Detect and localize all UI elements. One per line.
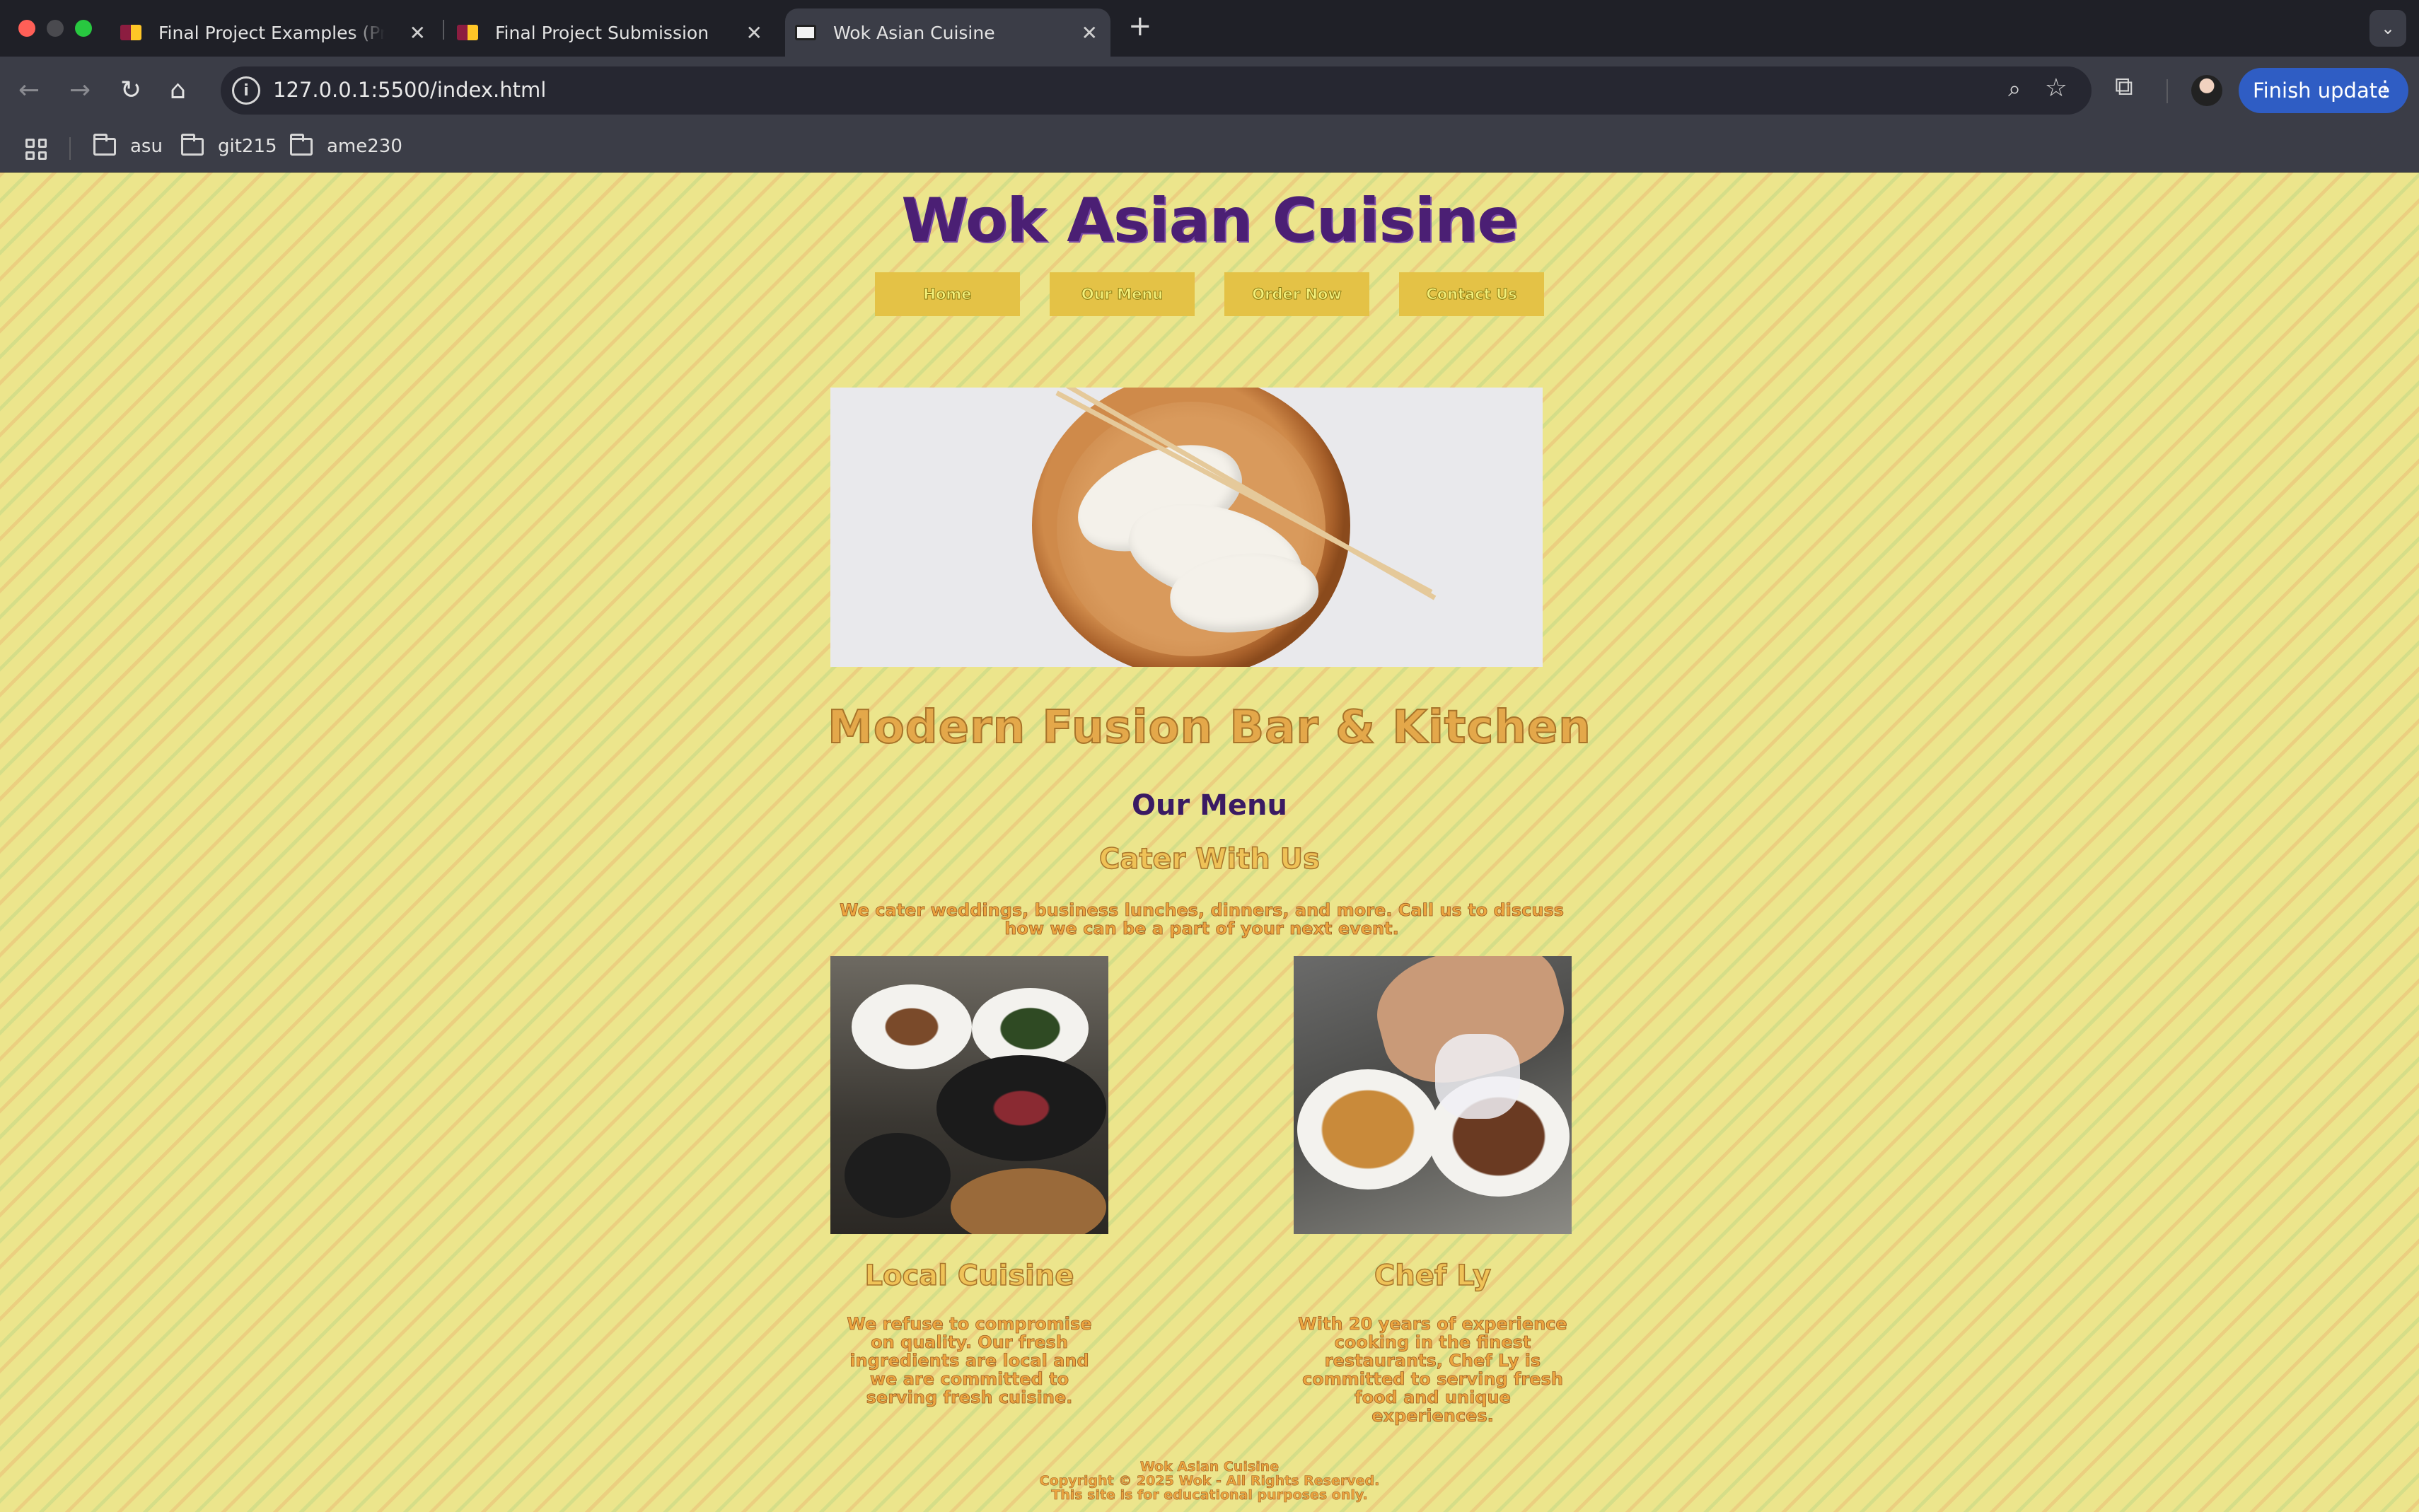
profile-avatar[interactable] [2191,75,2222,106]
window-close-button[interactable] [18,20,35,37]
tab-close-icon[interactable]: ✕ [1081,21,1098,45]
bookmark-folder-git215[interactable]: git215 [181,133,277,157]
tab-title: Final Project Submission [495,22,709,43]
card-text: We refuse to compromise on quality. Our … [847,1314,1092,1407]
site-info-icon[interactable]: i [232,76,260,105]
cater-description: We cater weddings, business lunches, din… [839,900,1565,938]
forward-arrow-icon[interactable]: → [69,75,91,106]
tab-title: Final Project Examples (Previous) [158,22,385,43]
bookmark-label: git215 [218,136,277,157]
back-arrow-icon[interactable]: ← [18,75,40,106]
tab-separator [443,20,444,40]
bookmarks-separator [69,137,71,160]
main-nav: Home Our Menu Order Now Contact Us [0,272,2419,316]
tab-final-project-examples[interactable]: Final Project Examples (Previous) ✕ [120,8,439,57]
tab-wok-asian-cuisine[interactable]: Wok Asian Cuisine ✕ [785,8,1110,57]
url-text[interactable]: 127.0.0.1:5500/index.html [273,78,546,102]
address-bar[interactable]: i 127.0.0.1:5500/index.html ⌕ ☆ [221,66,2092,115]
finish-update-button[interactable]: Finish update ⋮ [2239,68,2408,113]
bookmark-folder-ame230[interactable]: ame230 [290,133,402,157]
bookmark-label: ame230 [327,136,402,157]
tab-final-project-submission[interactable]: Final Project Submission ✕ [457,8,775,57]
browser-toolbar: ← → ↻ ⌂ i 127.0.0.1:5500/index.html ⌕ ☆ … [0,57,2419,124]
tab-strip: Final Project Examples (Previous) ✕ Fina… [0,0,2419,57]
nav-order-now-button[interactable]: Order Now [1224,272,1369,316]
tab-search-chevron-icon[interactable]: ⌄ [2369,10,2406,47]
card-title: Chef Ly [1374,1259,1492,1293]
nav-contact-us-button[interactable]: Contact Us [1399,272,1544,316]
window-minimize-button[interactable] [47,20,64,37]
apps-grid-icon[interactable] [25,139,47,160]
asu-favicon-icon [120,25,141,40]
home-icon[interactable]: ⌂ [170,75,186,106]
chef-ly-image [1294,956,1572,1234]
asu-favicon-icon [457,25,478,40]
page-viewport: Wok Asian Cuisine Home Our Menu Order No… [0,173,2419,1512]
new-tab-plus-icon[interactable]: + [1128,10,1152,42]
tab-title: Wok Asian Cuisine [833,22,995,43]
footer-copyright: Copyright © 2025 Wok - All Rights Reserv… [1039,1473,1380,1489]
window-maximize-button[interactable] [75,20,92,37]
extensions-puzzle-icon[interactable]: ⧉ [2115,72,2133,102]
toolbar-separator [2166,79,2168,103]
footer-disclaimer: This site is for educational purposes on… [1051,1487,1368,1503]
tab-close-icon[interactable]: ✕ [410,21,426,45]
hero-dumplings-image [830,388,1543,667]
bookmark-star-icon[interactable]: ☆ [2045,74,2067,103]
bookmarks-bar: asu git215 ame230 [0,124,2419,173]
local-cuisine-image [830,956,1108,1234]
zoom-magnifier-icon[interactable]: ⌕ [2008,75,2021,103]
reload-icon[interactable]: ↻ [120,75,141,106]
page-footer: Wok Asian Cuisine Copyright © 2025 Wok -… [0,1459,2419,1503]
card-title: Local Cuisine [864,1259,1074,1293]
folder-icon [290,133,313,156]
folder-icon [181,133,204,156]
restaurant-subtitle: Modern Fusion Bar & Kitchen [827,701,1591,755]
footer-site-name: Wok Asian Cuisine [1139,1459,1280,1475]
card-text: With 20 years of experience cooking in t… [1298,1314,1567,1426]
folder-icon [93,133,116,156]
bookmark-folder-asu[interactable]: asu [93,133,163,157]
bookmark-label: asu [130,136,163,157]
tab-close-icon[interactable]: ✕ [746,21,762,45]
cater-heading: Cater With Us [1098,842,1320,876]
nav-our-menu-button[interactable]: Our Menu [1050,272,1195,316]
card-local-cuisine: Local Cuisine We refuse to compromise on… [830,956,1108,1407]
wok-favicon-icon [795,25,816,40]
nav-home-button[interactable]: Home [875,272,1020,316]
site-title: Wok Asian Cuisine [901,185,1518,256]
finish-update-label: Finish update [2253,78,2390,103]
card-chef-ly: Chef Ly With 20 years of experience cook… [1294,956,1572,1425]
our-menu-heading[interactable]: Our Menu [0,789,2419,822]
more-menu-icon: ⋮ [2374,76,2396,101]
